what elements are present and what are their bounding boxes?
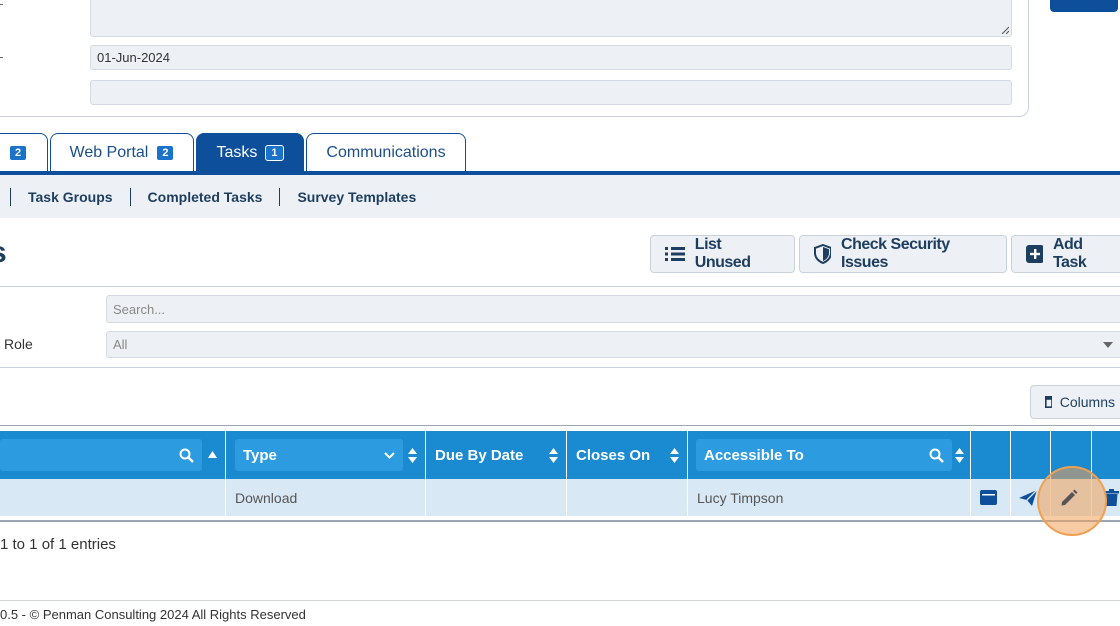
label-marker <box>0 4 3 5</box>
sub-navigation: Task Groups Completed Tasks Survey Templ… <box>0 175 1120 218</box>
footer-divider <box>0 600 1120 601</box>
cell-name[interactable] <box>0 479 226 516</box>
cell-text: Lucy Timpson <box>697 489 784 506</box>
tab-label: Web Portal <box>69 144 149 161</box>
cell-text: Download <box>235 489 298 506</box>
add-task-button[interactable]: Add Task <box>1011 235 1120 273</box>
sort-icon[interactable] <box>408 448 417 463</box>
add-task-label: Add Task <box>1052 236 1087 271</box>
chevron-down-icon[interactable] <box>384 451 395 459</box>
tab-first[interactable]: 2 <box>0 133 48 172</box>
column-header-due-by-date[interactable]: Due By Date <box>426 431 567 479</box>
card-icon[interactable] <box>980 490 997 505</box>
search-input[interactable] <box>113 296 1119 322</box>
tab-tasks[interactable]: Tasks 1 <box>196 133 304 172</box>
list-icon <box>665 247 685 261</box>
divider <box>0 367 1120 368</box>
empty-field[interactable] <box>90 80 1012 105</box>
pencil-icon[interactable] <box>1060 489 1078 507</box>
cell-due <box>426 479 567 516</box>
page-title: s <box>0 236 7 270</box>
tab-label: Tasks <box>216 144 258 161</box>
list-unused-button[interactable]: List Unused <box>650 235 795 273</box>
sort-icon[interactable] <box>955 448 964 463</box>
search-box[interactable] <box>106 295 1120 323</box>
column-header-closes-on[interactable]: Closes On <box>567 431 688 479</box>
caret-down-icon <box>1103 341 1113 348</box>
column-title: Due By Date <box>435 446 524 464</box>
divider <box>0 286 1120 287</box>
sort-asc-icon[interactable] <box>208 451 217 458</box>
resize-grip-icon[interactable] <box>1001 26 1009 34</box>
role-select-value: All <box>113 337 128 352</box>
columns-icon <box>1045 396 1052 408</box>
cell-accessible: Lucy Timpson <box>688 479 971 516</box>
subnav-completed-tasks[interactable]: Completed Tasks <box>129 187 280 206</box>
column-header-name[interactable] <box>0 431 226 479</box>
columns-button[interactable]: Columns <box>1030 385 1120 419</box>
column-header-action <box>971 431 1011 479</box>
role-select[interactable]: All <box>106 331 1120 358</box>
check-security-label: Check Security Issues <box>841 236 950 271</box>
role-label: Role <box>4 336 33 352</box>
column-header-type[interactable]: Type <box>226 431 426 479</box>
search-icon[interactable] <box>179 448 194 463</box>
date-value: 01-Jun-2024 <box>97 50 170 65</box>
divider <box>0 425 1120 426</box>
list-unused-label: List Unused <box>694 236 751 271</box>
column-header-action <box>1092 431 1120 479</box>
shield-icon <box>814 244 832 264</box>
send-icon[interactable] <box>1019 489 1037 506</box>
tab-badge: 2 <box>156 145 175 161</box>
check-security-button[interactable]: Check Security Issues <box>799 235 1007 273</box>
column-header-action <box>1011 431 1051 479</box>
cell-type: Download <box>226 479 426 516</box>
tab-label: Communications <box>326 144 446 161</box>
label-marker <box>0 57 3 58</box>
plus-square-icon <box>1026 245 1043 263</box>
notes-textarea[interactable] <box>90 0 1012 37</box>
footer-text: 0.5 - © Penman Consulting 2024 All Right… <box>0 607 306 622</box>
save-button[interactable] <box>1050 0 1118 12</box>
column-title: Type <box>243 446 277 464</box>
entries-info: 1 to 1 of 1 entries <box>0 536 116 553</box>
column-title: Accessible To <box>704 446 804 464</box>
table-bottom-border <box>0 520 1120 522</box>
subnav-survey-templates[interactable]: Survey Templates <box>279 187 433 206</box>
column-header-accessible-to[interactable]: Accessible To <box>688 431 971 479</box>
subnav-task-groups[interactable]: Task Groups <box>10 187 130 206</box>
cell-action <box>971 479 1011 516</box>
tab-web-portal[interactable]: Web Portal 2 <box>50 133 194 172</box>
search-icon[interactable] <box>929 448 944 463</box>
sort-icon[interactable] <box>670 448 679 463</box>
sort-icon[interactable] <box>549 448 558 463</box>
date-field[interactable]: 01-Jun-2024 <box>90 45 1012 70</box>
tab-badge: 1 <box>265 145 284 161</box>
tab-communications[interactable]: Communications <box>306 133 466 172</box>
columns-label: Columns <box>1059 394 1115 410</box>
cell-closes <box>567 479 688 516</box>
column-title: Closes On <box>576 446 651 464</box>
tab-badge: 2 <box>8 145 28 161</box>
